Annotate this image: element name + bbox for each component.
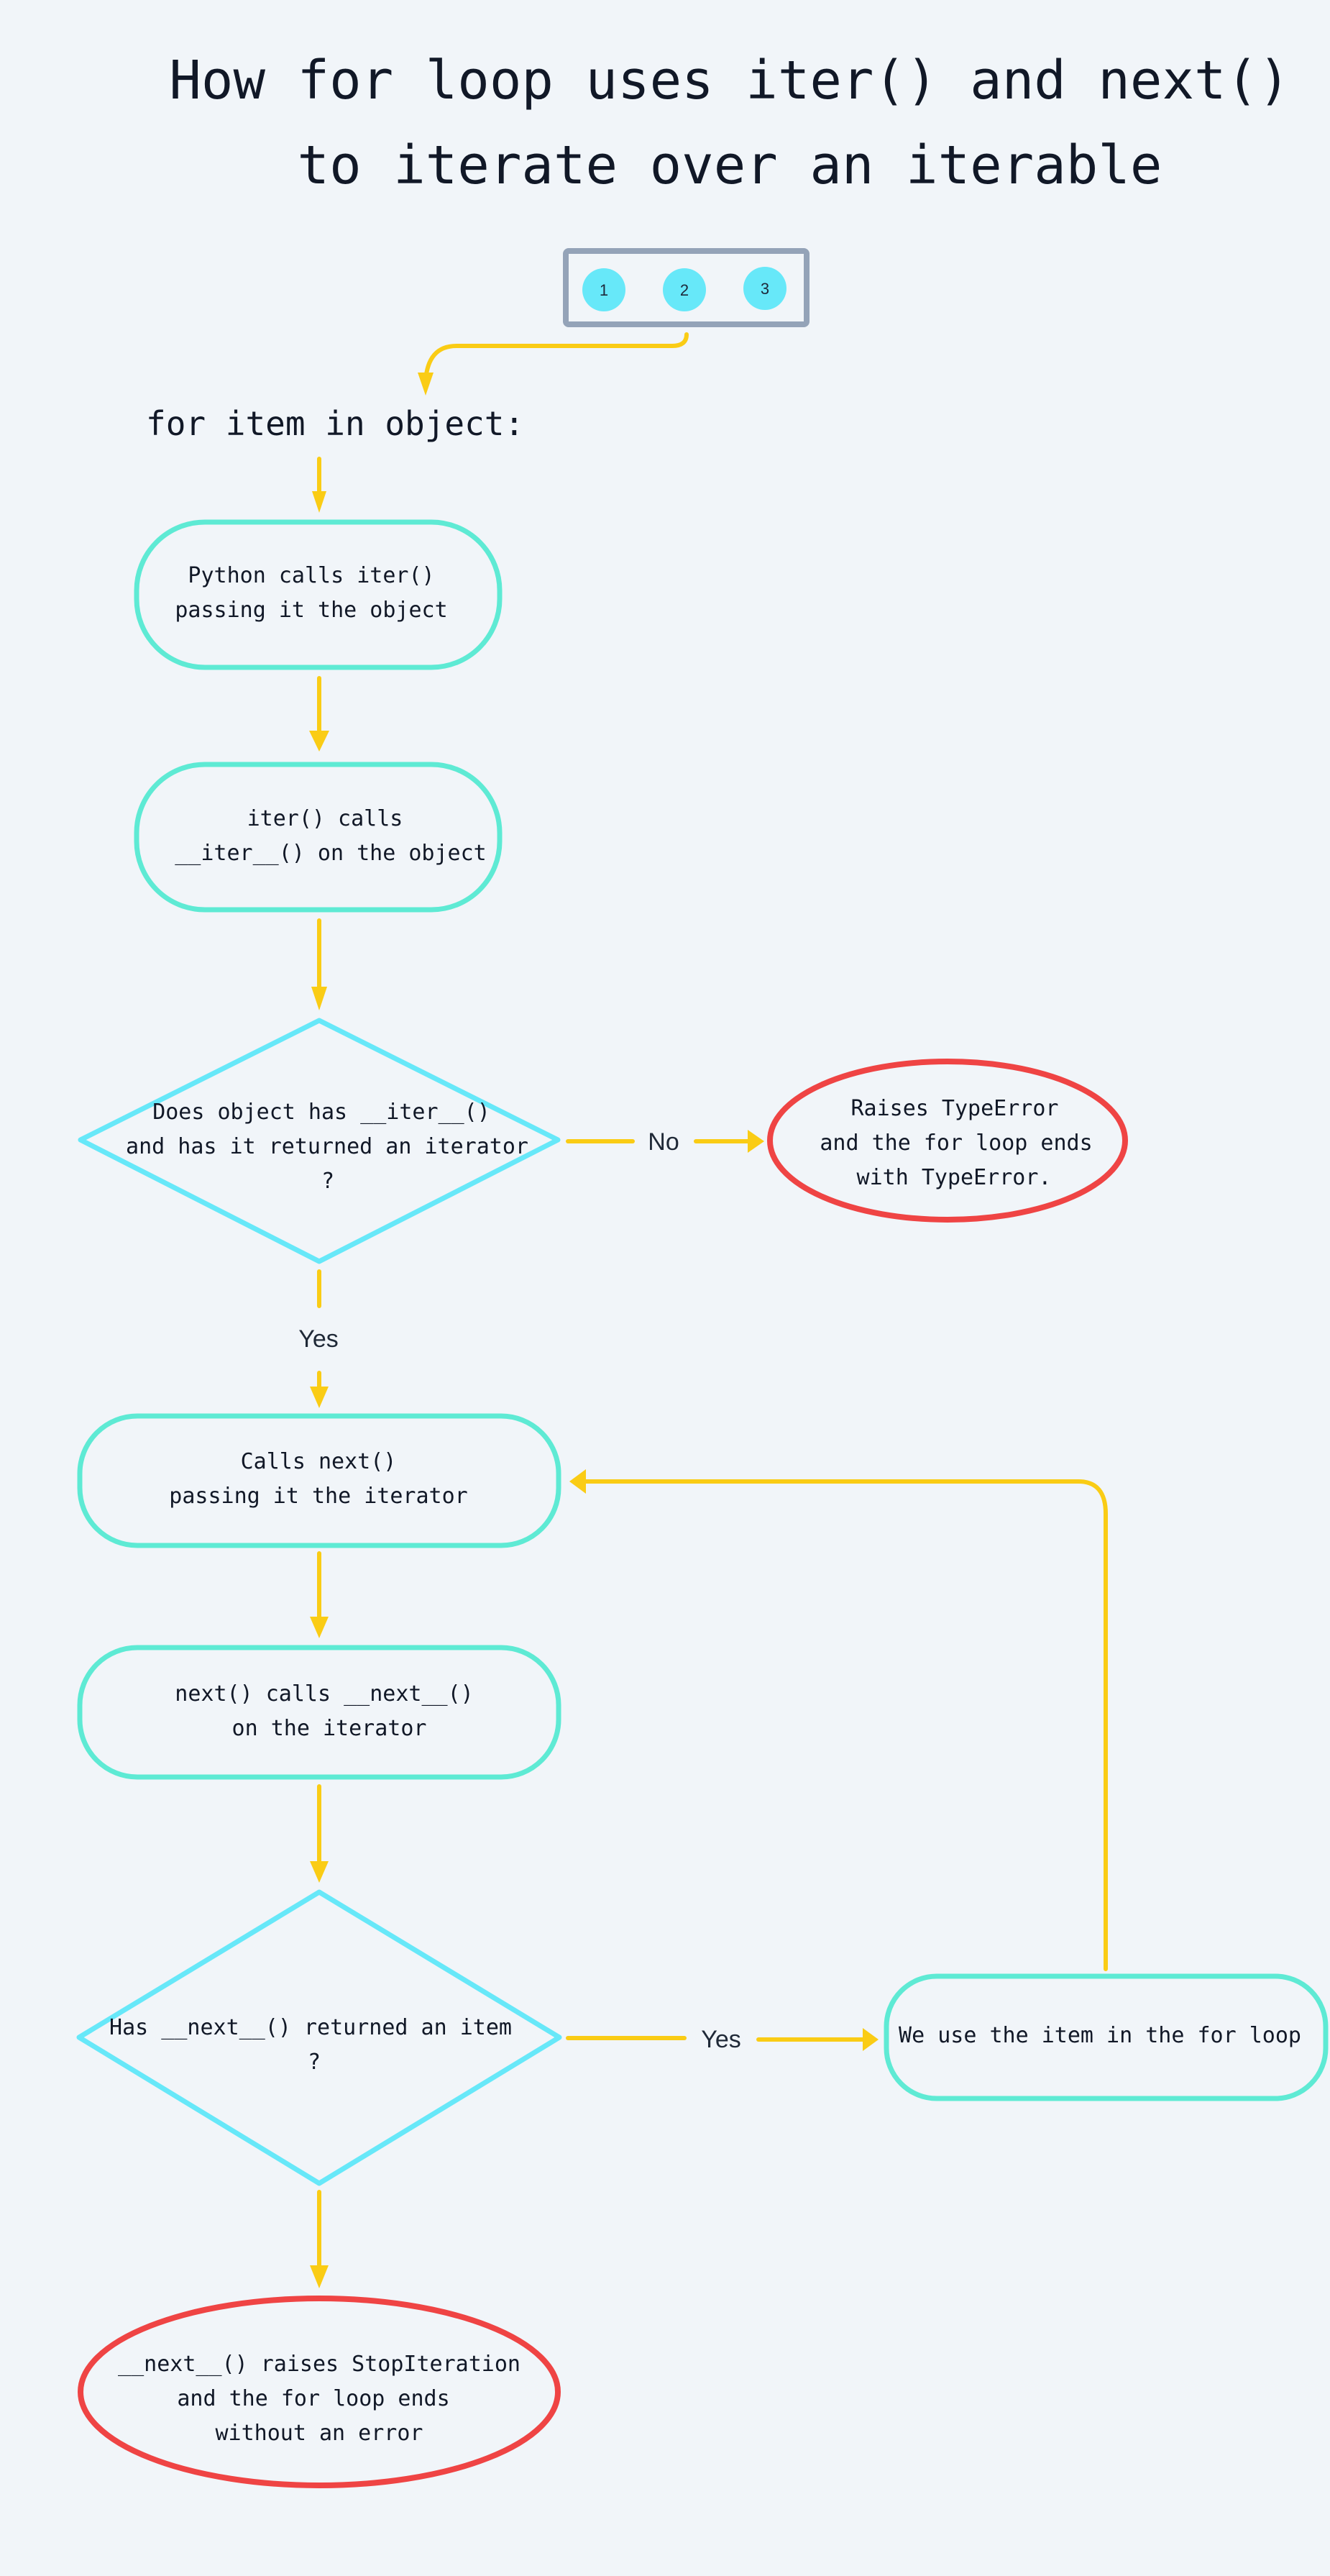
arrowhead-loop-back [569, 1469, 586, 1494]
node-has-iter-decision-line-3: ? [321, 1169, 334, 1194]
edge-label-yes-down: Yes [298, 1325, 338, 1353]
flowchart: How for loop uses iter() and next() to i… [76, 50, 1329, 2488]
for-statement: for item in object: [146, 404, 524, 443]
edge-loop-back [580, 1479, 1108, 1971]
arrowhead-dunder-to-item-decision [310, 1861, 329, 1883]
node-call-next-line-2: passing it the iterator [169, 1484, 467, 1509]
title-line-1: How for loop uses iter() and next() [169, 50, 1290, 111]
node-type-error-line-3: with TypeError. [857, 1165, 1052, 1190]
arrowhead-decision-to-stop [310, 2265, 329, 2288]
node-returned-item-decision-line-1: Has __next__() returned an item [109, 2015, 512, 2040]
node-use-item-line-1: We use the item in the for loop [899, 2023, 1301, 2048]
node-has-iter-decision-line-2: and has it returned an iterator [126, 1134, 528, 1159]
arrowhead-call-next-to-dunder [310, 1617, 329, 1638]
array-item-2-label: 2 [680, 281, 689, 299]
arrowhead-call-iter-to-dunder [309, 731, 329, 752]
node-next-calls-dunder [77, 1645, 561, 1780]
node-iter-calls-dunder [134, 762, 503, 913]
node-stop-iteration-line-1: __next__() raises StopIteration [118, 2352, 520, 2377]
arrowhead-no [748, 1130, 764, 1153]
arrowhead-yes-right [863, 2028, 879, 2051]
edge-label-yes-right: Yes [701, 2026, 740, 2053]
edge-array-to-for [423, 332, 689, 383]
iterable-array: 1 2 3 [563, 248, 810, 327]
arrowhead-for-to-call-iter [312, 491, 326, 513]
node-call-next-line-1: Calls next() [241, 1449, 397, 1474]
edge-label-no: No [648, 1128, 679, 1156]
node-call-iter [134, 519, 503, 670]
node-call-iter-line-1: Python calls iter() [188, 563, 434, 588]
arrowhead-dunder-to-decision [311, 987, 327, 1010]
node-call-next [77, 1413, 561, 1548]
node-type-error-line-1: Raises TypeError [851, 1096, 1059, 1121]
node-call-iter-line-2: passing it the object [175, 598, 447, 623]
array-item-1-label: 1 [600, 281, 608, 299]
node-iter-calls-dunder-line-1: iter() calls [247, 806, 403, 831]
node-stop-iteration-line-3: without an error [216, 2421, 423, 2446]
node-type-error-line-2: and the for loop ends [820, 1131, 1092, 1156]
title-line-2: to iterate over an iterable [298, 134, 1162, 196]
array-item-3-label: 3 [761, 280, 769, 298]
arrowhead-yes-down [310, 1387, 329, 1408]
arrowhead-array-to-for [418, 373, 434, 396]
node-returned-item-decision-line-2: ? [308, 2050, 321, 2075]
node-iter-calls-dunder-line-2: __iter__() on the object [175, 841, 486, 866]
node-next-calls-dunder-line-1: next() calls __next__() [175, 1681, 473, 1707]
node-stop-iteration-line-2: and the for loop ends [177, 2386, 449, 2411]
node-has-iter-decision-line-1: Does object has __iter__() [152, 1100, 490, 1125]
node-next-calls-dunder-line-2: on the iterator [232, 1716, 427, 1741]
